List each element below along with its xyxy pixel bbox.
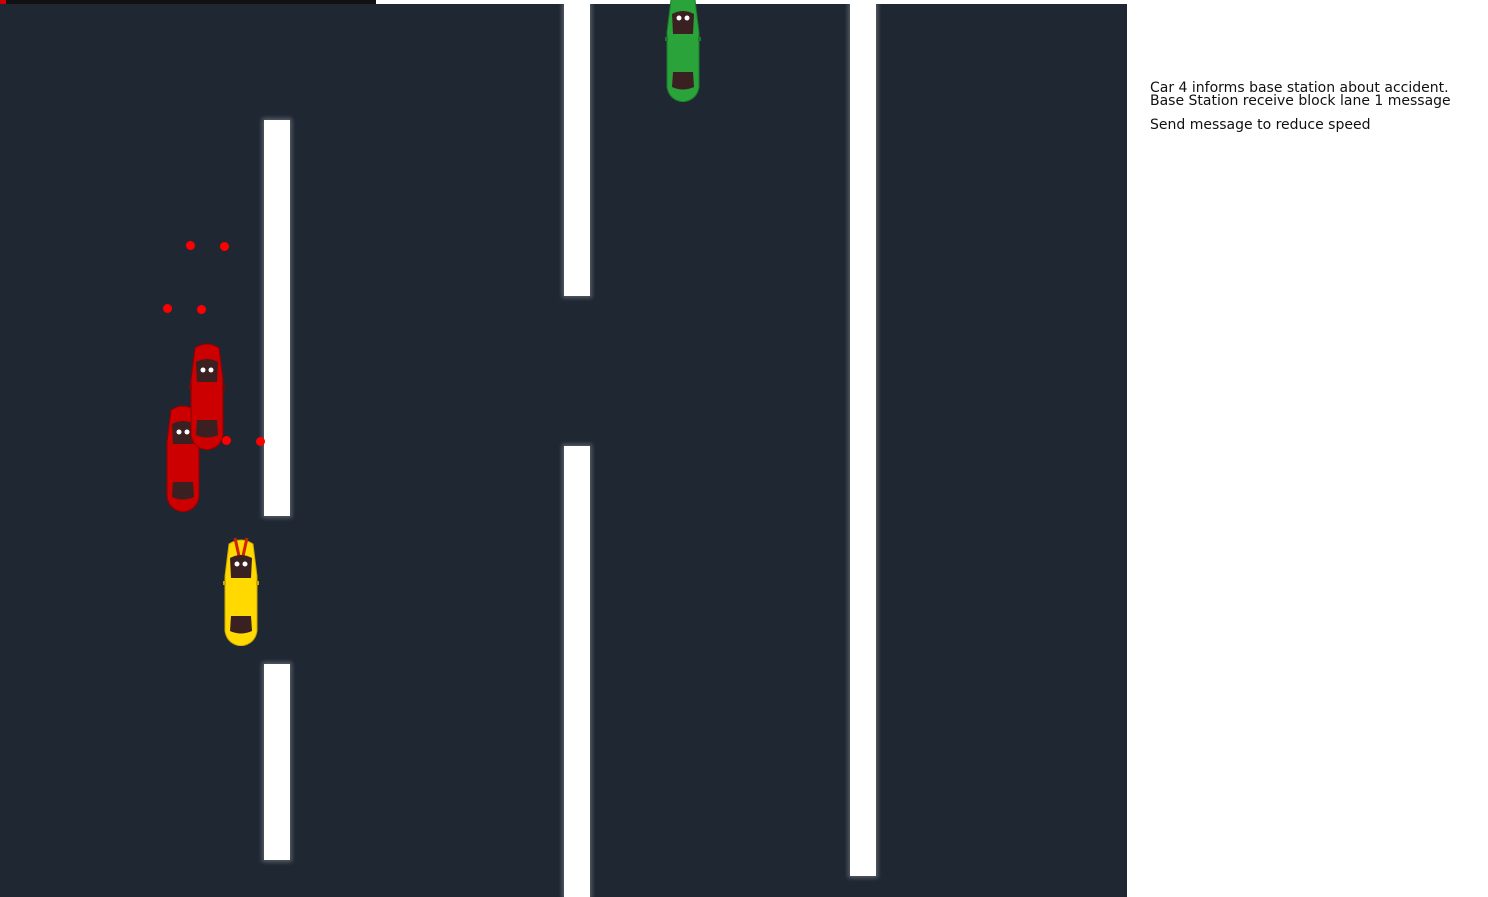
lane-marking-3 (850, 4, 876, 876)
message-block-lane: Base Station receive block lane 1 messag… (1150, 93, 1451, 109)
signal-dot (163, 304, 172, 313)
lane-marking-2a (564, 4, 590, 296)
signal-dot (186, 241, 195, 250)
signal-dot (256, 437, 265, 446)
car-yellow (223, 537, 259, 646)
car-red-front (189, 343, 225, 450)
status-messages: Car 4 informs base station about acciden… (1150, 81, 1470, 133)
car-green (665, 0, 701, 102)
lane-marking-1a (264, 120, 290, 516)
lane-marking-2b (564, 446, 590, 897)
message-reduce-speed: Send message to reduce speed (1150, 117, 1371, 133)
signal-dot (197, 305, 206, 314)
lane-marking-1b (264, 664, 290, 860)
signal-dot (220, 242, 229, 251)
